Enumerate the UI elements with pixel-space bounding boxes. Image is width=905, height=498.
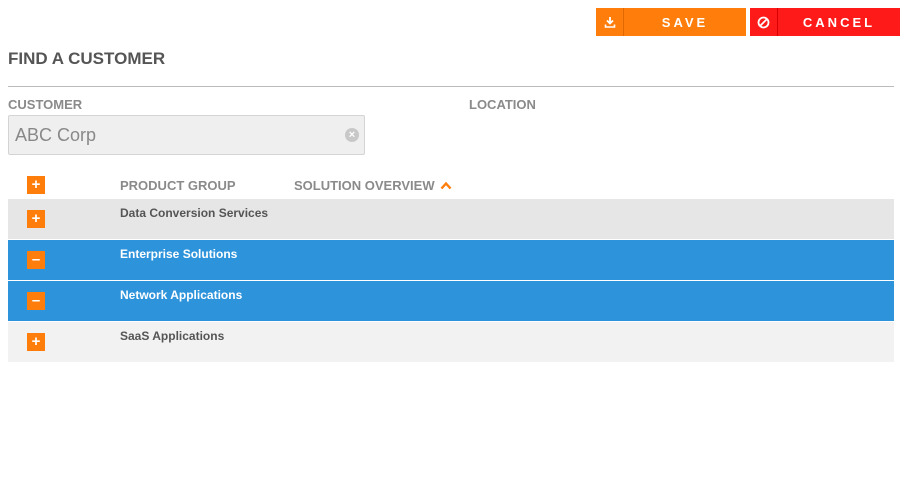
save-button[interactable]: SAVE xyxy=(596,8,746,36)
ban-icon xyxy=(750,8,778,36)
title-divider xyxy=(8,86,894,87)
save-label: SAVE xyxy=(661,14,709,30)
customer-label: CUSTOMER xyxy=(8,97,83,112)
expand-button[interactable]: + xyxy=(27,333,45,351)
table-row[interactable]: – Enterprise Solutions xyxy=(8,240,894,280)
cancel-button[interactable]: CANCEL xyxy=(750,8,900,36)
solution-overview-label: SOLUTION OVERVIEW xyxy=(294,178,435,193)
expand-all-button[interactable]: + xyxy=(27,176,45,194)
sort-ascending-icon xyxy=(440,181,452,190)
customer-value: ABC Corp xyxy=(15,124,97,145)
customer-input[interactable]: ABC Corp × xyxy=(8,115,365,155)
product-group-name: Network Applications xyxy=(120,288,243,302)
download-icon xyxy=(596,8,624,36)
collapse-button[interactable]: – xyxy=(27,292,45,310)
expand-button[interactable]: + xyxy=(27,210,45,228)
table-row[interactable]: – Network Applications xyxy=(8,281,894,321)
page-title: FIND A CUSTOMER xyxy=(8,49,166,68)
collapse-button[interactable]: – xyxy=(27,251,45,269)
table-row[interactable]: + SaaS Applications xyxy=(8,322,894,362)
clear-icon[interactable]: × xyxy=(345,128,359,142)
location-label: LOCATION xyxy=(469,97,536,112)
product-group-name: Enterprise Solutions xyxy=(120,247,238,261)
cancel-label: CANCEL xyxy=(802,14,876,30)
table-row[interactable]: + Data Conversion Services xyxy=(8,199,894,239)
product-group-header[interactable]: PRODUCT GROUP xyxy=(120,178,236,193)
product-group-name: SaaS Applications xyxy=(120,329,225,343)
solution-overview-header[interactable]: SOLUTION OVERVIEW xyxy=(294,178,452,193)
product-group-name: Data Conversion Services xyxy=(120,206,269,220)
